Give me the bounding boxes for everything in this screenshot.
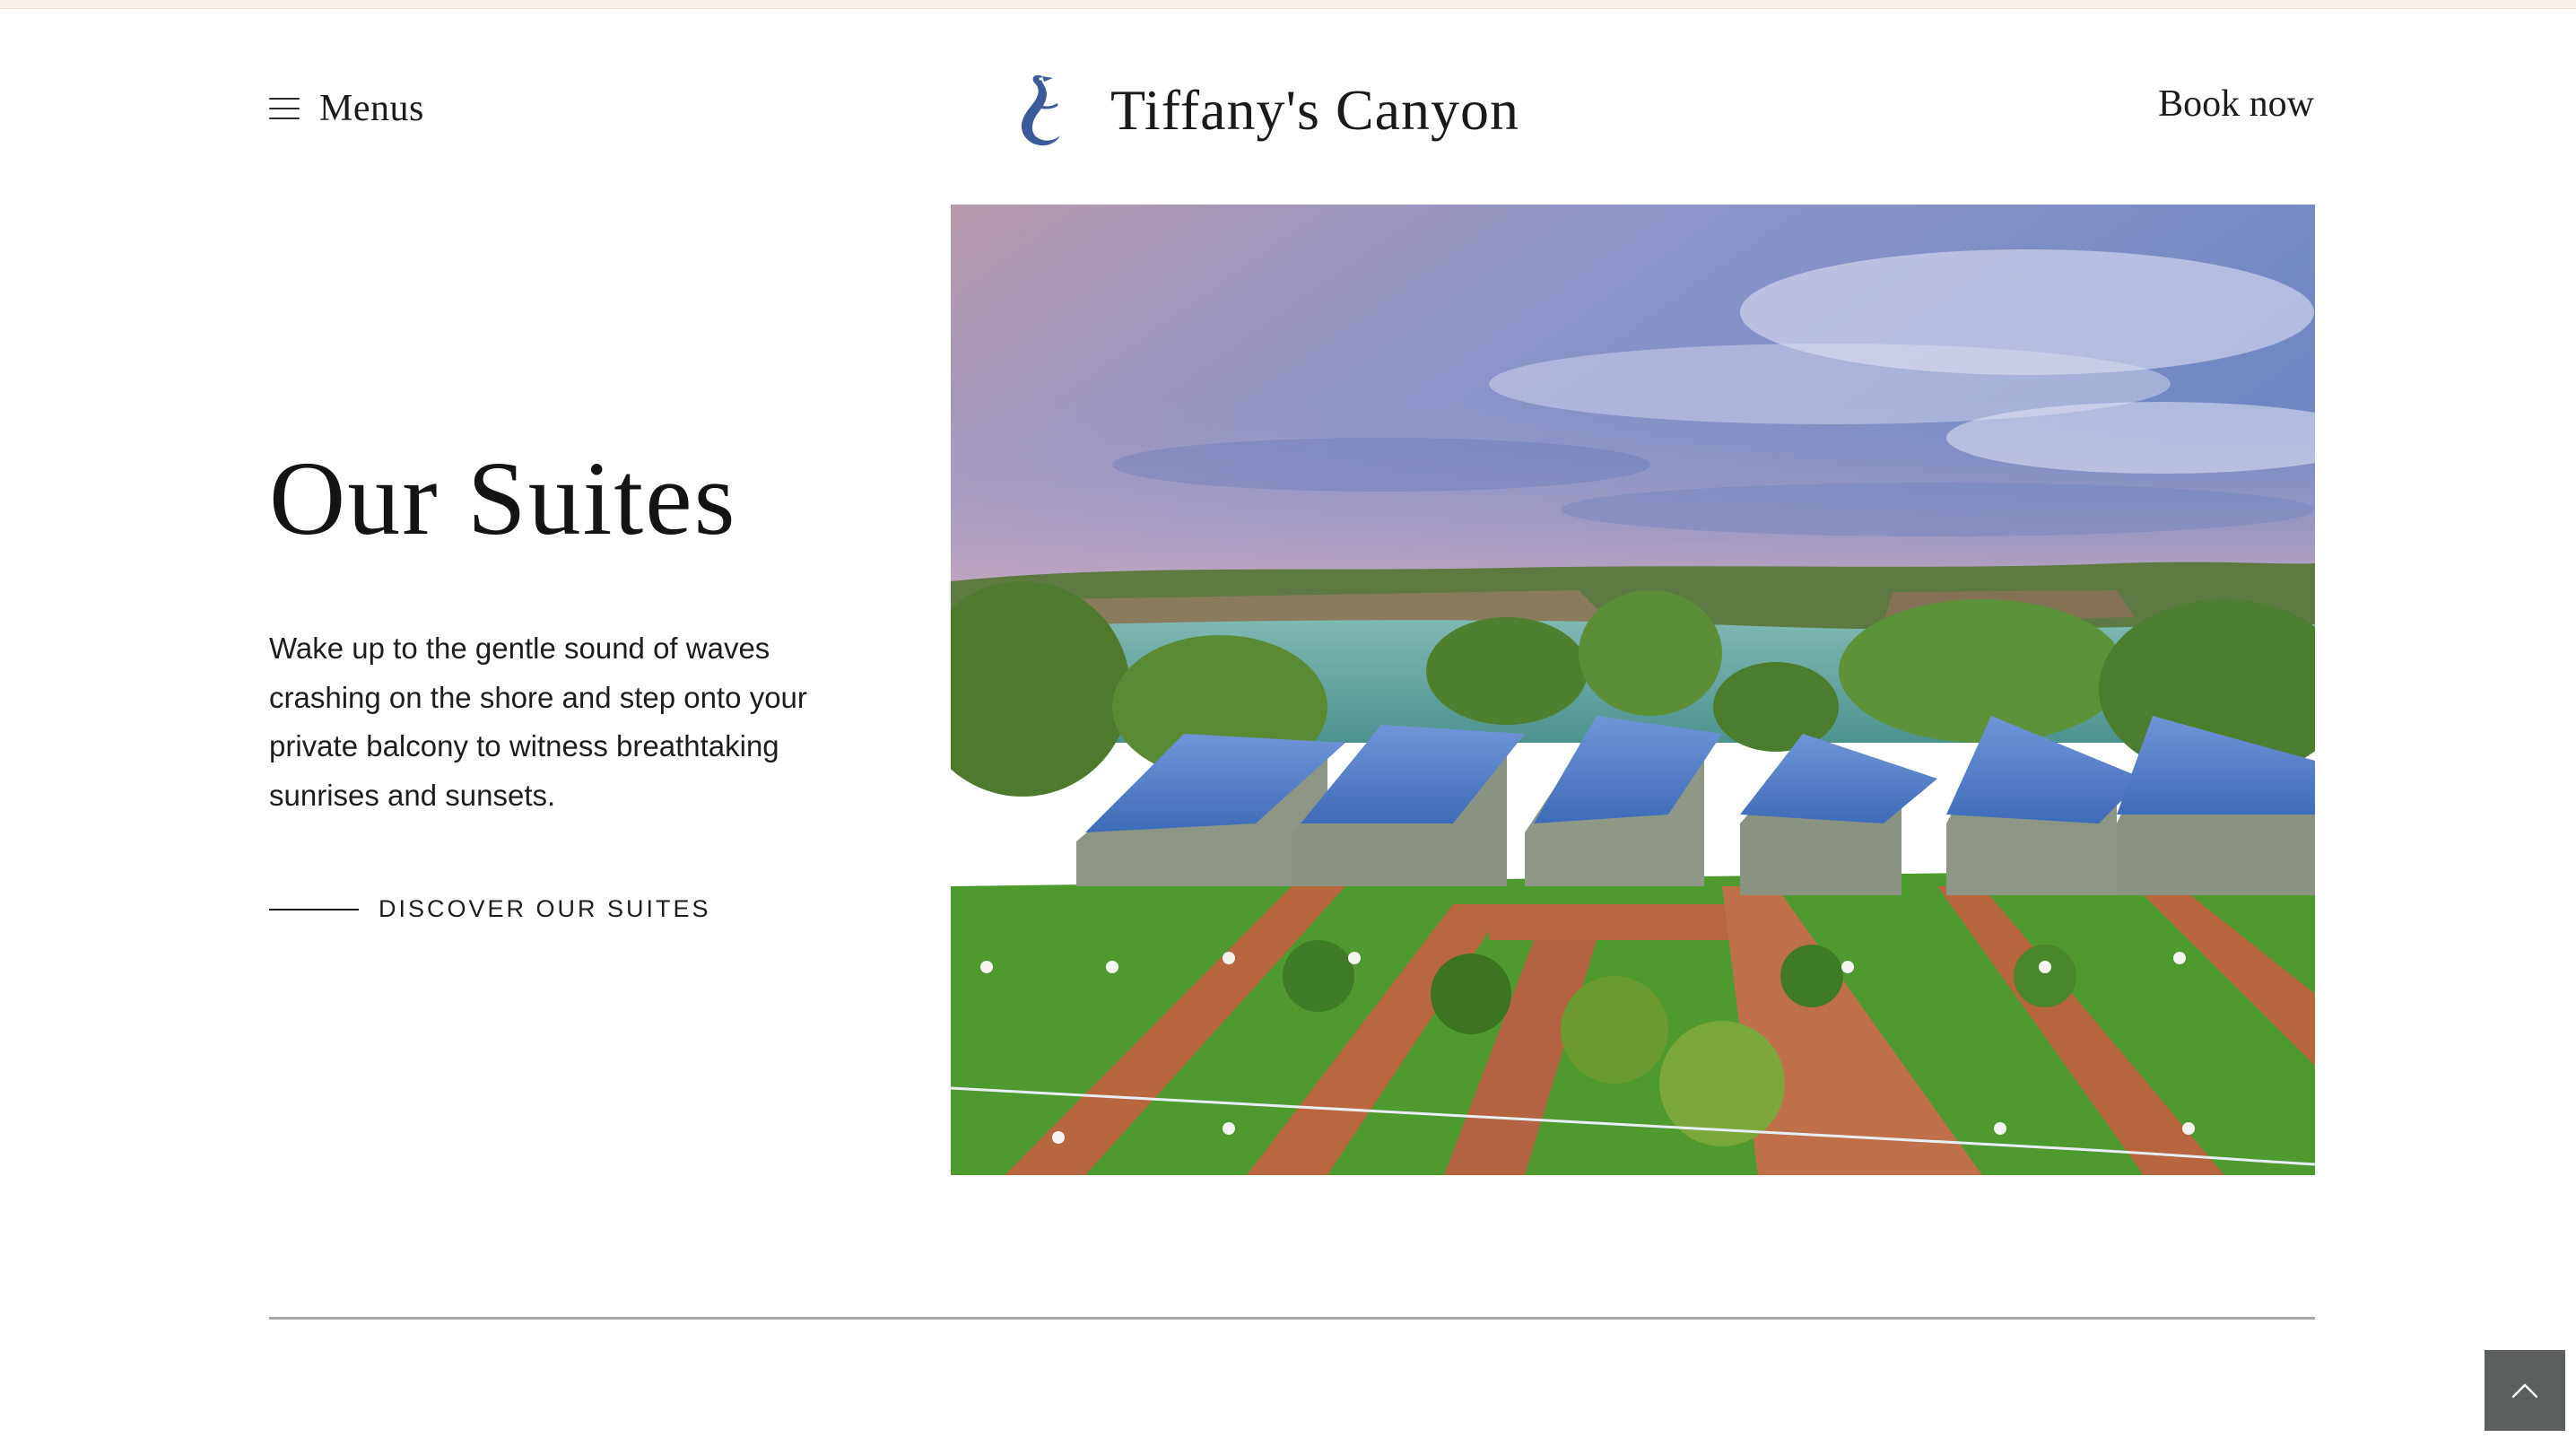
section-divider	[269, 1317, 2315, 1320]
hamburger-icon	[269, 98, 300, 119]
discover-suites-link[interactable]: DISCOVER OUR SUITES	[269, 895, 711, 923]
back-to-top-button[interactable]	[2485, 1350, 2565, 1431]
top-accent-rule	[0, 0, 2576, 9]
menu-label: Menus	[319, 88, 424, 129]
menu-button[interactable]: Menus	[269, 86, 424, 131]
section-title: Our Suites	[269, 440, 737, 557]
brand-name: Tiffany's Canyon	[1110, 78, 1520, 142]
brand-logo-link[interactable]: Tiffany's Canyon	[1008, 61, 1519, 160]
suites-aerial-photo	[951, 205, 2315, 1175]
book-now-link[interactable]: Book now	[2158, 83, 2314, 126]
section-description: Wake up to the gentle sound of waves cra…	[269, 632, 807, 812]
cta-label: DISCOVER OUR SUITES	[379, 895, 711, 922]
cta-line-decoration	[269, 908, 359, 910]
heron-logo-icon	[1021, 74, 1060, 146]
chevron-up-icon	[2511, 1383, 2538, 1398]
